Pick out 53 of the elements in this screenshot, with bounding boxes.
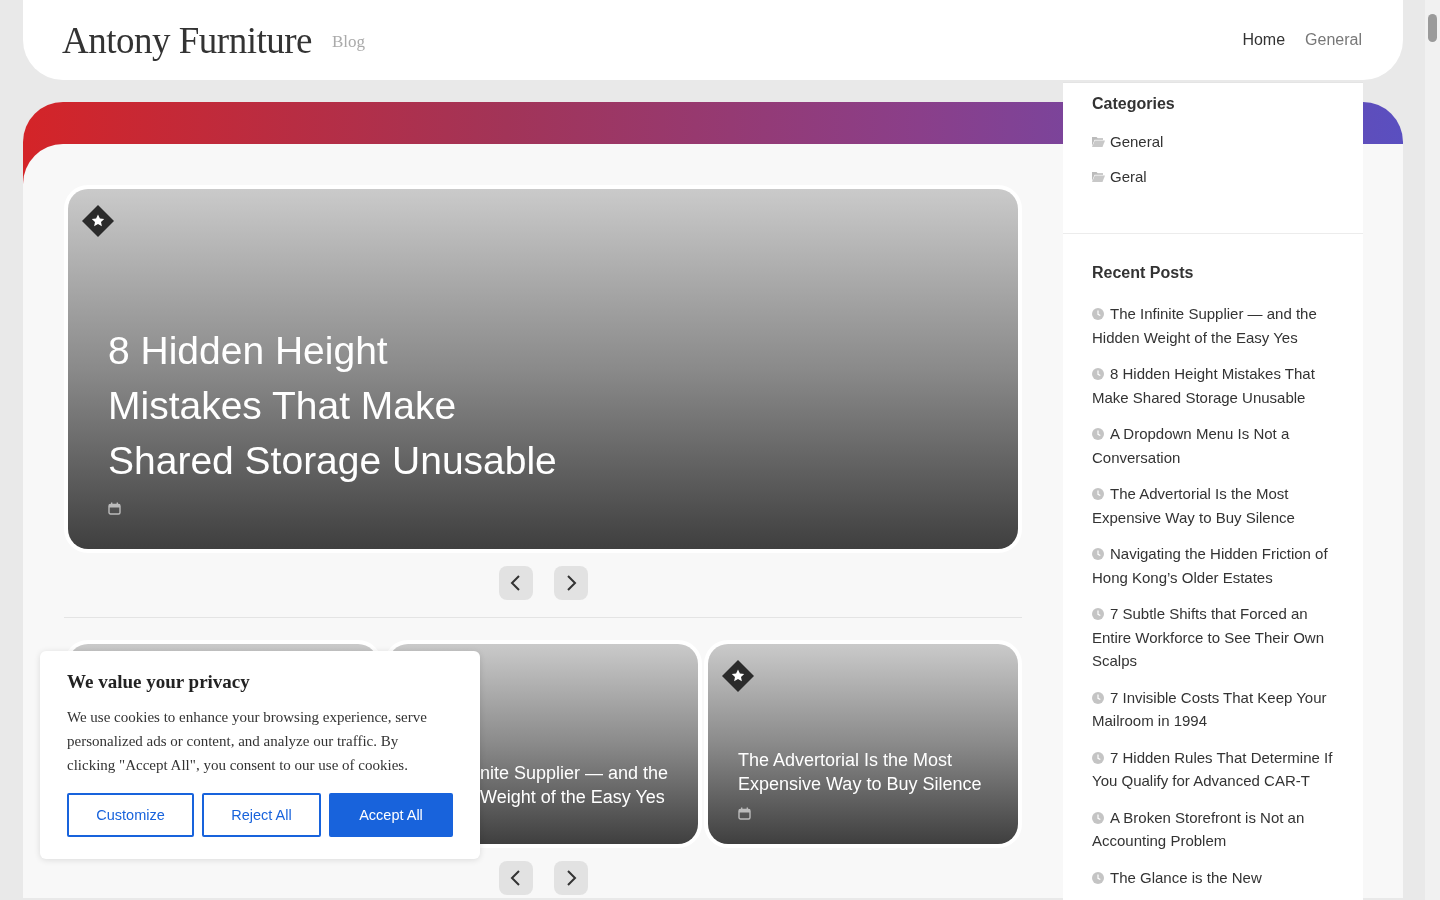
star-badge-icon xyxy=(82,205,114,237)
calendar-icon xyxy=(108,502,121,515)
next-button[interactable] xyxy=(553,861,588,895)
nav-link[interactable]: Home xyxy=(1242,31,1286,49)
recent-post-link[interactable]: A Dropdown Menu Is Not a Conversation xyxy=(1092,422,1334,469)
clock-icon xyxy=(1092,811,1104,824)
nav-link[interactable]: General xyxy=(1305,31,1362,49)
widget-title: Categories xyxy=(1092,95,1176,113)
site-title[interactable]: Antony Furniture xyxy=(62,18,312,62)
category-link[interactable]: Geral xyxy=(1110,168,1147,185)
accept-button[interactable]: Accept All xyxy=(329,793,453,837)
next-button[interactable] xyxy=(553,566,588,600)
card-title[interactable]: nite Supplier — and the xyxy=(480,761,668,785)
category-link[interactable]: General xyxy=(1110,133,1164,150)
recent-post-link[interactable]: A Broken Storefront is Not an Accounting Problem xyxy=(1092,805,1334,853)
recent-post-link[interactable]: 8 Hidden Height Mistakes That Make Shared Storage Unusable xyxy=(1092,362,1334,409)
recent-post-link[interactable]: 7 Subtle Shifts that Forced an Entire Workforce to See Their Own Scalps xyxy=(1092,602,1334,673)
chevron-left-icon xyxy=(508,869,523,887)
cookie-title: We value your privacy xyxy=(67,671,251,693)
folder-icon xyxy=(1092,171,1105,182)
featured-post[interactable]: 8 Hidden Height Mistakes That Make Shared Storage Unusable xyxy=(68,189,1018,549)
clock-icon xyxy=(1092,751,1104,764)
card-title[interactable]: The Advertorial Is the Most xyxy=(738,748,988,772)
recent-post-link[interactable]: 7 Hidden Rules That Determine If You Qualify for Advanced CAR-T xyxy=(1092,745,1334,793)
clock-icon xyxy=(1092,308,1104,320)
recent-post-link[interactable]: The Advertorial Is the Most Expensive Way to Buy Silence xyxy=(1092,482,1334,529)
featured-title[interactable]: Mistakes That Make xyxy=(108,378,978,433)
recent-post-link[interactable]: The Glance is the New xyxy=(1092,865,1334,889)
previous-button[interactable] xyxy=(498,861,533,895)
clock-icon xyxy=(1092,548,1104,560)
clock-icon xyxy=(1092,488,1104,500)
chevron-left-icon xyxy=(508,574,523,592)
clock-icon xyxy=(1092,428,1104,440)
previous-button[interactable] xyxy=(498,566,533,600)
scroll-thumb[interactable] xyxy=(1428,14,1437,42)
folder-icon xyxy=(1092,136,1105,147)
card-title[interactable]: Expensive Way to Buy Silence xyxy=(738,772,988,796)
recent-post-link[interactable]: 7 Invisible Costs That Keep Your Mailroom in 1994 xyxy=(1092,685,1334,733)
recent-post-link[interactable]: Navigating the Hidden Friction of Hong Kong’s Older Estates xyxy=(1092,542,1334,589)
clock-icon xyxy=(1092,608,1104,620)
site-tagline: Blog xyxy=(331,32,365,52)
featured-title[interactable]: Shared Storage Unusable xyxy=(108,433,978,488)
cookie-button[interactable]: Reject All xyxy=(202,793,321,837)
star-badge-icon xyxy=(722,660,754,692)
clock-icon xyxy=(1092,691,1104,704)
widget-title: Recent Posts xyxy=(1092,264,1195,282)
recent-post-link[interactable]: The Infinite Supplier — and the Hidden Weight of the Easy Yes xyxy=(1092,302,1334,349)
post-card[interactable]: The Advertorial Is the Most Expensive Way to Buy Silence xyxy=(708,644,1018,844)
cookie-button[interactable]: Customize xyxy=(67,793,194,837)
clock-icon xyxy=(1092,368,1104,380)
calendar-icon xyxy=(738,807,751,820)
card-title[interactable]: Weight of the Easy Yes xyxy=(480,785,668,809)
clock-icon xyxy=(1092,871,1104,884)
